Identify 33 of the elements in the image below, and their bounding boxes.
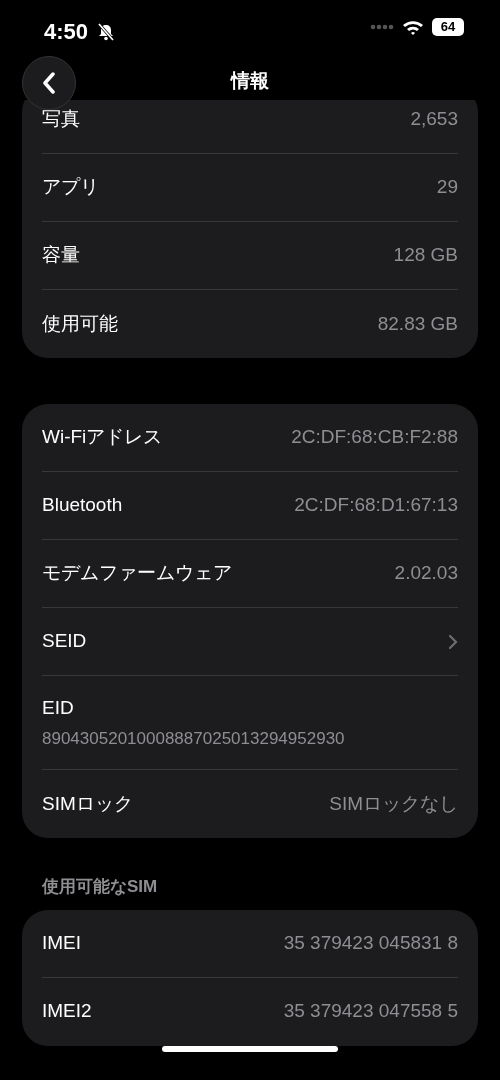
row-value: 29 <box>436 175 458 200</box>
signal-icon <box>370 24 394 30</box>
row-label: 使用可能 <box>42 311 118 336</box>
row-label: EID <box>42 695 74 720</box>
section-header: 使用可能なSIM <box>41 876 159 898</box>
wifi-icon <box>402 19 424 35</box>
row-value: 35 379423 045831 8 <box>283 930 458 955</box>
bell-slash-icon <box>96 22 117 42</box>
chevron-icon <box>448 633 458 650</box>
row-label: Bluetooth <box>42 493 123 518</box>
battery-level: 64 <box>432 18 464 36</box>
back-icon <box>42 72 56 94</box>
row-label: Wi-Fiアドレス <box>42 425 163 450</box>
row-label: 容量 <box>42 243 80 268</box>
page-title: 情報 <box>231 68 269 93</box>
row-value: 82.83 GB <box>377 311 458 336</box>
row-value: 2C:DF:68:CB:F2:88 <box>291 425 458 450</box>
row-value: 2.02.03 <box>394 561 458 586</box>
row-value: 89043052010008887025013294952930 <box>42 728 345 750</box>
row-label: 写真 <box>42 107 80 132</box>
row-value: 128 GB <box>393 243 458 268</box>
status-time: 4:50 <box>44 18 89 46</box>
row-value: 2,653 <box>410 107 458 132</box>
row-value: SIMロックなし <box>329 791 458 816</box>
back-button[interactable] <box>22 56 76 110</box>
row-label: モデムファームウェア <box>42 561 232 586</box>
settings-row[interactable]: SEID <box>42 608 458 676</box>
row-label: SIMロック <box>42 791 133 816</box>
row-label: IMEI <box>42 930 82 955</box>
row-label: アプリ <box>42 175 99 200</box>
row-value: 2C:DF:68:D1:67:13 <box>294 493 458 518</box>
row-label: IMEI2 <box>42 999 92 1024</box>
row-value: 35 379423 047558 5 <box>283 999 458 1024</box>
